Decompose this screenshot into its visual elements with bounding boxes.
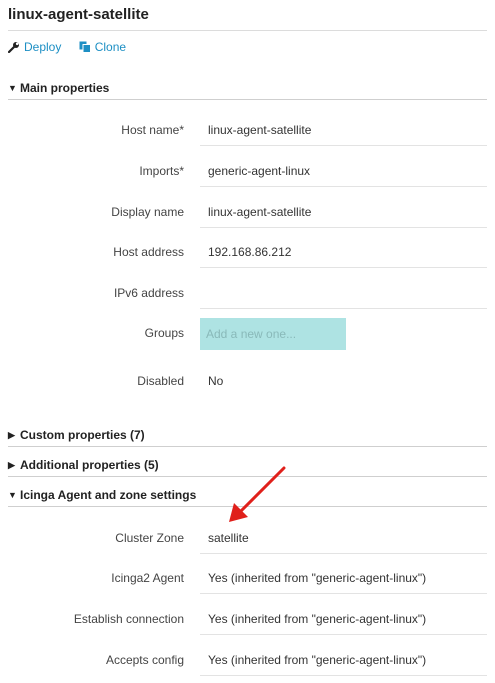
establish-connection-value: Yes (inherited from "generic-agent-linux…: [200, 604, 487, 635]
section-agent-label: Icinga Agent and zone settings: [20, 488, 197, 502]
field-cluster-zone: Cluster Zone satellite: [8, 523, 487, 561]
establish-connection-label: Establish connection: [73, 612, 184, 626]
groups-label: Groups: [144, 326, 184, 340]
deploy-button[interactable]: Deploy: [8, 40, 61, 54]
deploy-label: Deploy: [24, 40, 62, 54]
field-ipv6-address: IPv6 address: [8, 278, 487, 316]
field-accepts-config: Accepts config Yes (inherited from "gene…: [8, 645, 487, 683]
caret-down-icon: ▼: [8, 490, 17, 500]
field-icinga2-agent: Icinga2 Agent Yes (inherited from "gener…: [8, 563, 487, 601]
field-host-address: Host address 192.168.86.212: [8, 237, 487, 275]
groups-input[interactable]: [200, 318, 346, 350]
action-bar: Deploy Clone: [8, 40, 140, 58]
accepts-config-value: Yes (inherited from "generic-agent-linux…: [200, 645, 487, 676]
clone-label: Clone: [94, 40, 127, 54]
cluster-zone-label: Cluster Zone: [115, 531, 184, 545]
field-imports: Imports* generic-agent-linux: [8, 156, 487, 194]
host-name-label: Host name*: [121, 123, 184, 137]
field-display-name: Display name linux-agent-satellite: [8, 197, 487, 235]
icinga2-agent-label: Icinga2 Agent: [111, 571, 184, 585]
page-title: linux-agent-satellite: [8, 4, 487, 31]
host-name-value: linux-agent-satellite: [200, 115, 487, 146]
display-name-value: linux-agent-satellite: [200, 197, 487, 228]
section-custom-label: Custom properties (7): [20, 428, 145, 442]
accepts-config-label: Accepts config: [105, 653, 184, 667]
field-establish-connection: Establish connection Yes (inherited from…: [8, 604, 487, 642]
annotation-arrow-icon: [229, 466, 286, 522]
clone-button[interactable]: Clone: [79, 40, 126, 54]
section-additional-label: Additional properties (5): [20, 458, 159, 472]
icinga2-agent-value: Yes (inherited from "generic-agent-linux…: [200, 563, 487, 594]
clone-icon: [79, 41, 91, 53]
host-address-label: Host address: [113, 245, 184, 259]
caret-right-icon: ▶: [8, 459, 15, 470]
ipv6-address-value: [200, 278, 487, 309]
disabled-value: No: [208, 374, 224, 388]
field-host-name: Host name* linux-agent-satellite: [8, 115, 487, 153]
section-main-label: Main properties: [20, 81, 110, 95]
ipv6-address-label: IPv6 address: [113, 286, 184, 300]
wrench-icon: [8, 42, 19, 53]
disabled-label: Disabled: [137, 374, 184, 388]
section-custom-properties[interactable]: ▶ Custom properties (7): [8, 424, 487, 447]
host-address-value: 192.168.86.212: [200, 237, 487, 268]
display-name-label: Display name: [111, 205, 184, 219]
caret-right-icon: ▶: [8, 429, 15, 440]
section-main-properties[interactable]: ▼ Main properties: [8, 77, 487, 100]
imports-value: generic-agent-linux: [200, 156, 487, 187]
field-disabled: Disabled No: [8, 366, 487, 404]
caret-down-icon: ▼: [8, 83, 17, 93]
imports-label: Imports*: [139, 164, 184, 178]
